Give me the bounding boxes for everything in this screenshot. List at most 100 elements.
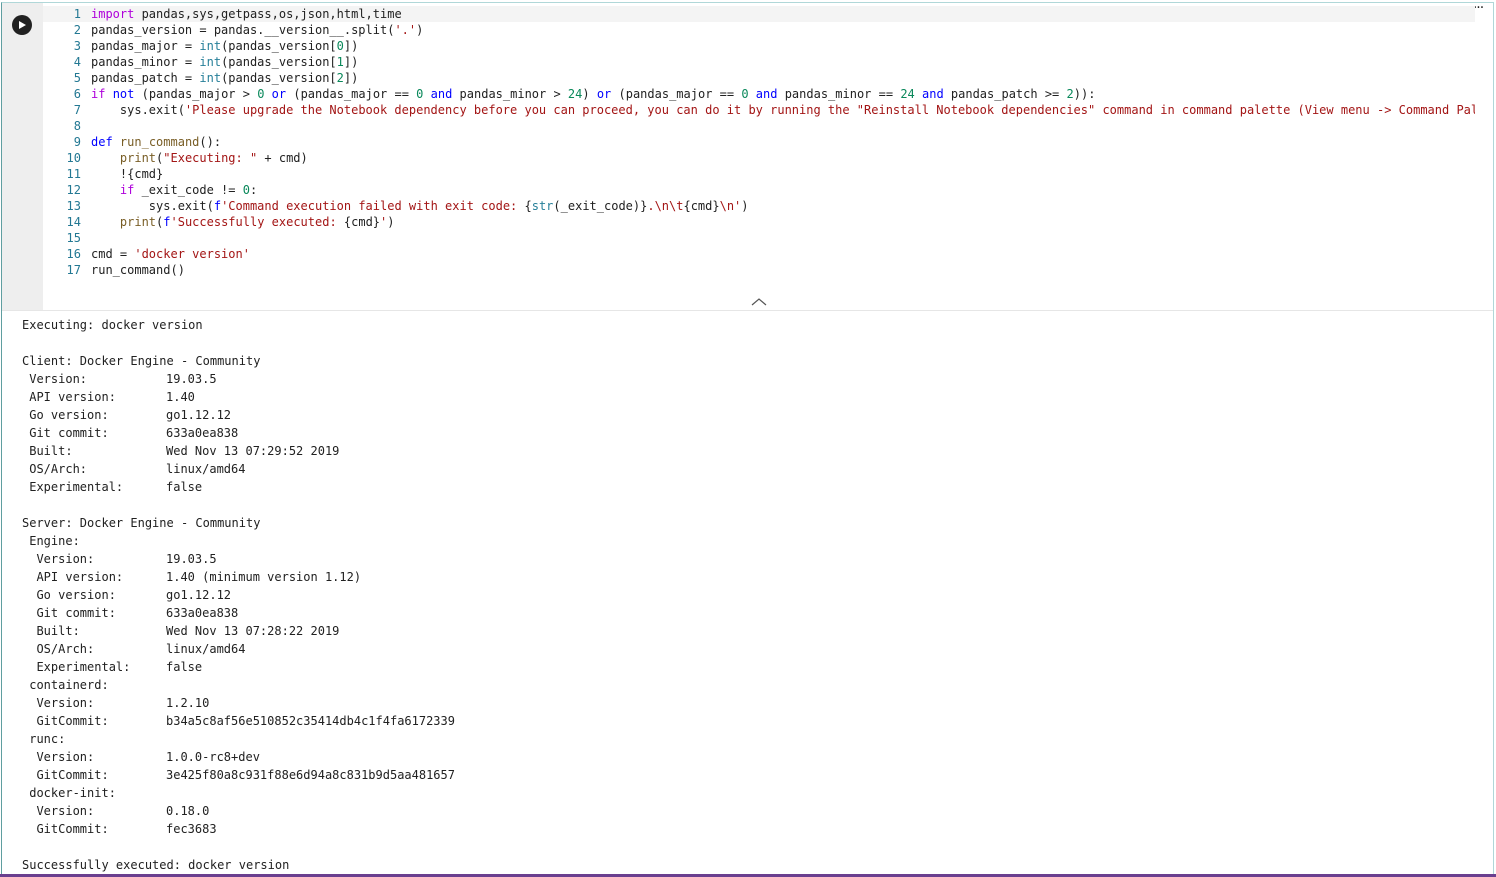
output-line: OS/Arch: linux/amd64 bbox=[22, 460, 1482, 478]
notebook-cell[interactable]: ··· 1 import pandas,sys,getpass,os,json,h… bbox=[1, 1, 1494, 874]
code-token: or bbox=[596, 87, 612, 101]
output-line: GitCommit: 3e425f80a8c931f88e6d94a8c831b9… bbox=[22, 766, 1482, 784]
code-token: int bbox=[199, 71, 222, 85]
code-line[interactable]: 7 sys.exit('Please upgrade the Notebook … bbox=[43, 102, 1475, 118]
output-key: runc: bbox=[22, 732, 66, 746]
line-number: 10 bbox=[66, 151, 81, 165]
code-token: and bbox=[922, 87, 944, 101]
code-line[interactable]: 5 pandas_patch = int(pandas_version[2]) bbox=[43, 70, 1475, 86]
output-line: GitCommit: fec3683 bbox=[22, 820, 1482, 838]
output-value: 3e425f80a8c931f88e6d94a8c831b9d5aa481657 bbox=[166, 768, 455, 782]
output-key: Version: bbox=[22, 696, 95, 710]
line-code: cmd = 'docker version' bbox=[91, 246, 250, 262]
line-code: !{cmd} bbox=[91, 166, 163, 182]
output-line: Built: Wed Nov 13 07:28:22 2019 bbox=[22, 622, 1482, 640]
code-line[interactable]: 11 !{cmd} bbox=[43, 166, 1475, 182]
code-line[interactable]: 15 bbox=[43, 230, 1475, 246]
code-token: pandas,sys,getpass,os,json,html,time bbox=[134, 7, 402, 21]
output-value: 19.03.5 bbox=[166, 552, 217, 566]
code-line[interactable]: 1 import pandas,sys,getpass,os,json,html,… bbox=[43, 6, 1475, 22]
code-line[interactable]: 14 print(f'Successfully executed: {cmd}'… bbox=[43, 214, 1475, 230]
output-key: GitCommit: bbox=[22, 822, 109, 836]
output-key: Experimental: bbox=[22, 660, 131, 674]
code-token: + cmd) bbox=[257, 151, 308, 165]
code-token: : bbox=[249, 183, 258, 197]
output-line: Go version: go1.12.12 bbox=[22, 406, 1482, 424]
line-code: pandas_minor = int(pandas_version[1]) bbox=[91, 54, 358, 70]
output-line: Version: 1.2.10 bbox=[22, 694, 1482, 712]
output-key: Built: bbox=[22, 624, 80, 638]
code-line[interactable]: 9 def run_command(): bbox=[43, 134, 1475, 150]
code-token: 'Successfully executed: bbox=[170, 215, 344, 229]
output-key: GitCommit: bbox=[22, 714, 109, 728]
code-line[interactable]: 6 if not (pandas_major > 0 or (pandas_maj… bbox=[43, 86, 1475, 102]
code-token: 'Command execution failed with exit code… bbox=[221, 199, 525, 213]
code-token: not bbox=[112, 87, 135, 101]
line-number: 13 bbox=[66, 199, 81, 213]
code-token: and bbox=[430, 87, 453, 101]
line-number: 4 bbox=[73, 55, 81, 69]
output-line: Server: Docker Engine - Community bbox=[22, 514, 1482, 532]
code-token: sys.exit( bbox=[91, 103, 185, 117]
line-code: def run_command(): bbox=[91, 134, 221, 150]
code-token: '.' bbox=[394, 23, 417, 37]
line-number: 17 bbox=[66, 263, 81, 277]
code-token: ]) bbox=[343, 55, 359, 69]
output-line: Version: 0.18.0 bbox=[22, 802, 1482, 820]
output-line: runc: bbox=[22, 730, 1482, 748]
output-value: go1.12.12 bbox=[166, 588, 232, 602]
output-value: 1.40 bbox=[166, 390, 195, 404]
code-line[interactable]: 13 sys.exit(f'Command execution failed w… bbox=[43, 198, 1475, 214]
output-value: 19.03.5 bbox=[166, 372, 217, 386]
output-line: containerd: bbox=[22, 676, 1482, 694]
collapse-output-toggle[interactable] bbox=[750, 296, 768, 306]
code-token: 24 bbox=[567, 87, 583, 101]
output-line: Version: 19.03.5 bbox=[22, 370, 1482, 388]
output-value: 633a0ea838 bbox=[166, 606, 239, 620]
code-token: )): bbox=[1073, 87, 1096, 101]
output-key: Version: bbox=[22, 750, 95, 764]
cell-output: Executing: docker version Client: Docker … bbox=[22, 316, 1482, 874]
output-line: Git commit: 633a0ea838 bbox=[22, 424, 1482, 442]
output-key: Go version: bbox=[22, 588, 116, 602]
output-value: false bbox=[166, 480, 203, 494]
code-token: int bbox=[199, 39, 222, 53]
output-line: API version: 1.40 (minimum version 1.12) bbox=[22, 568, 1482, 586]
line-number: 9 bbox=[73, 135, 81, 149]
line-code: if not (pandas_major > 0 or (pandas_majo… bbox=[91, 86, 1095, 102]
line-code: sys.exit('Please upgrade the Notebook de… bbox=[91, 102, 1475, 118]
code-line[interactable]: 8 bbox=[43, 118, 1475, 134]
code-line[interactable]: 17 run_command() bbox=[43, 262, 1475, 278]
code-token: ) bbox=[387, 215, 395, 229]
code-token: {cmd} bbox=[343, 215, 381, 229]
output-line: Engine: bbox=[22, 532, 1482, 550]
output-key: Git commit: bbox=[22, 606, 116, 620]
code-line[interactable]: 2 pandas_version = pandas.__version__.spl… bbox=[43, 22, 1475, 38]
output-line: Client: Docker Engine - Community bbox=[22, 352, 1482, 370]
output-key: Built: bbox=[22, 444, 73, 458]
output-value: Wed Nov 13 07:28:22 2019 bbox=[166, 624, 340, 638]
output-key: Engine: bbox=[22, 534, 80, 548]
output-key: API version: bbox=[22, 390, 116, 404]
code-line[interactable]: 4 pandas_minor = int(pandas_version[1]) bbox=[43, 54, 1475, 70]
code-token: (pandas_version[ bbox=[221, 39, 337, 53]
code-editor[interactable]: 1 import pandas,sys,getpass,os,json,html,… bbox=[43, 6, 1475, 296]
code-line[interactable]: 10 print("Executing: " + cmd) bbox=[43, 150, 1475, 166]
code-line[interactable]: 16 cmd = 'docker version' bbox=[43, 246, 1475, 262]
line-code: print("Executing: " + cmd) bbox=[91, 150, 308, 166]
code-token: 24 bbox=[900, 87, 915, 101]
code-line[interactable]: 3 pandas_major = int(pandas_version[0]) bbox=[43, 38, 1475, 54]
line-number: 2 bbox=[73, 23, 81, 37]
output-line: Git commit: 633a0ea838 bbox=[22, 604, 1482, 622]
code-line[interactable]: 12 if _exit_code != 0: bbox=[43, 182, 1475, 198]
output-key: Client: Docker Engine - Community bbox=[22, 354, 261, 368]
code-token: 'docker version' bbox=[134, 247, 250, 261]
code-token: if bbox=[91, 87, 106, 101]
run-cell-button[interactable] bbox=[12, 15, 32, 35]
line-code: sys.exit(f'Command execution failed with… bbox=[91, 198, 749, 214]
